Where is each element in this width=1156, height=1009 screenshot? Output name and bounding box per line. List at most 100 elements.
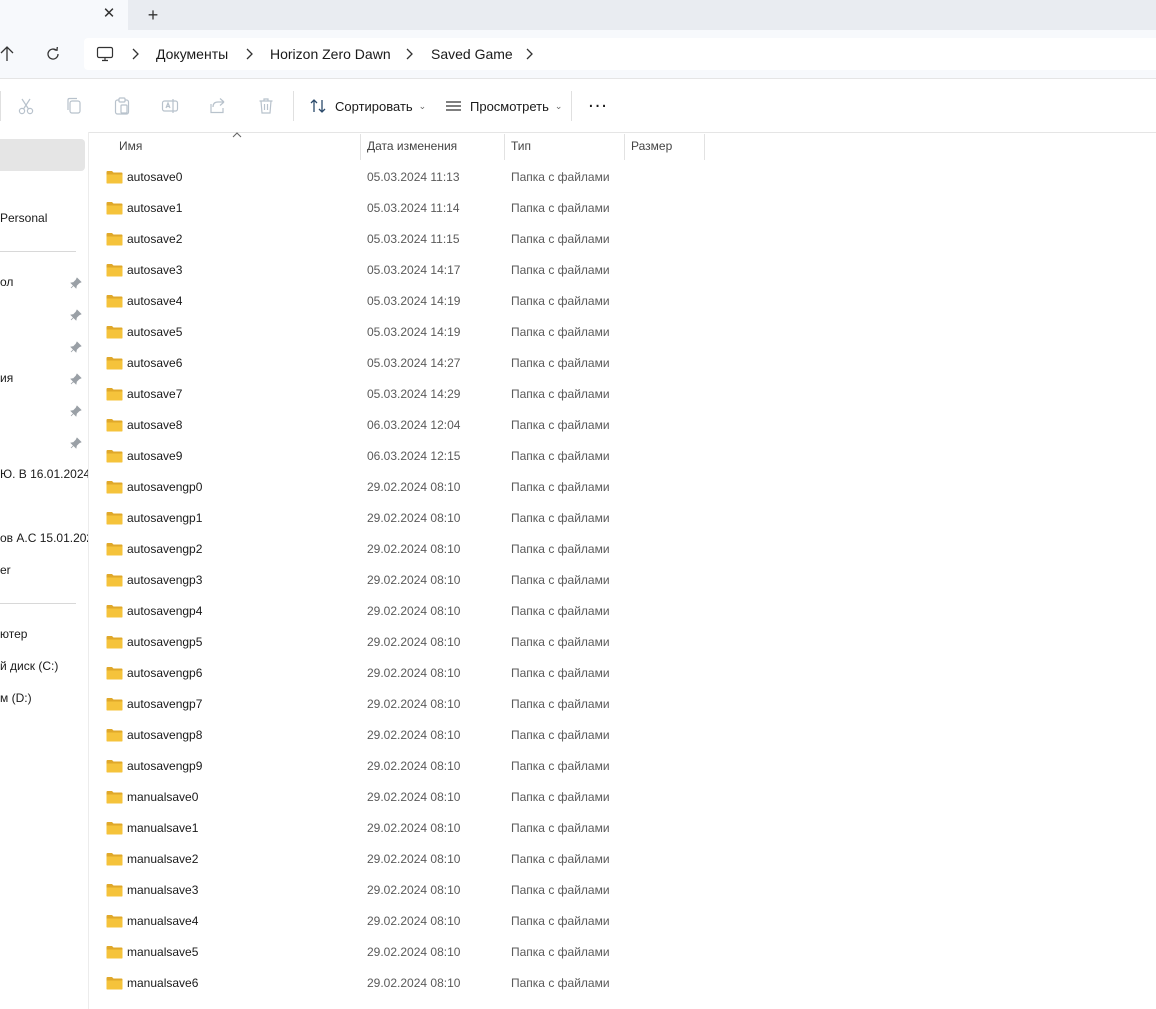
file-row[interactable]: manualsave3 29.02.2024 08:10 Папка с файла… <box>104 875 624 906</box>
file-type: Папка с файлами <box>511 201 610 215</box>
breadcrumb-chevron-icon[interactable] <box>524 47 534 61</box>
file-row[interactable]: autosave6 05.03.2024 14:27 Папка с файлами <box>104 348 624 379</box>
file-name: manualsave6 <box>127 976 199 990</box>
breadcrumb-item[interactable]: Horizon Zero Dawn <box>270 46 391 62</box>
new-tab-icon[interactable]: + <box>143 5 163 25</box>
file-date-modified: 29.02.2024 08:10 <box>367 635 461 649</box>
file-row[interactable]: autosave4 05.03.2024 14:19 Папка с файлами <box>104 286 624 317</box>
cut-icon[interactable] <box>16 96 36 116</box>
file-row[interactable]: autosavengp2 29.02.2024 08:10 Папка с файл… <box>104 534 624 565</box>
file-row[interactable]: autosave7 05.03.2024 14:29 Папка с файлами <box>104 379 624 410</box>
file-row[interactable]: manualsave1 29.02.2024 08:10 Папка с файла… <box>104 813 624 844</box>
sidebar-item-drive-c[interactable]: й диск (C:) <box>0 656 88 676</box>
close-tab-icon[interactable]: ✕ <box>100 5 118 23</box>
file-type: Папка с файлами <box>511 263 610 277</box>
folder-icon <box>106 605 123 618</box>
active-tab[interactable]: ✕ <box>0 0 128 30</box>
file-type: Папка с файлами <box>511 232 610 246</box>
breadcrumb-chevron-icon[interactable] <box>130 47 140 61</box>
address-bar[interactable]: Документы Horizon Zero Dawn Saved Game <box>84 38 1156 70</box>
paste-icon[interactable] <box>112 96 132 116</box>
sidebar-item-folder[interactable]: Ю. В 16.01.2024 <box>0 464 88 484</box>
sidebar-item-selected[interactable] <box>0 139 85 171</box>
file-name: autosavengp5 <box>127 635 203 649</box>
sidebar-item-drive-d[interactable]: м (D:) <box>0 688 88 708</box>
computer-icon[interactable] <box>96 46 114 62</box>
file-type: Папка с файлами <box>511 480 610 494</box>
breadcrumb-chevron-icon[interactable] <box>404 47 414 61</box>
file-row[interactable]: autosave0 05.03.2024 11:13 Папка с файлами <box>104 162 624 193</box>
file-date-modified: 05.03.2024 14:29 <box>367 387 461 401</box>
file-type: Папка с файлами <box>511 883 610 897</box>
file-row[interactable]: autosave9 06.03.2024 12:15 Папка с файлами <box>104 441 624 472</box>
file-row[interactable]: manualsave4 29.02.2024 08:10 Папка с файла… <box>104 906 624 937</box>
folder-icon <box>106 822 123 835</box>
column-header-type[interactable]: Тип <box>511 139 531 153</box>
file-name: autosave7 <box>127 387 183 401</box>
file-row[interactable]: manualsave6 29.02.2024 08:10 Папка с файла… <box>104 968 624 999</box>
file-type: Папка с файлами <box>511 542 610 556</box>
refresh-icon[interactable] <box>44 45 62 63</box>
pin-icon <box>70 437 82 449</box>
column-resize-handle[interactable] <box>360 134 361 160</box>
column-header-size[interactable]: Размер <box>631 139 672 153</box>
share-icon[interactable] <box>208 96 228 116</box>
copy-icon[interactable] <box>64 96 84 116</box>
file-row[interactable]: autosavengp8 29.02.2024 08:10 Папка с файл… <box>104 720 624 751</box>
up-arrow-icon[interactable] <box>0 44 14 64</box>
file-row[interactable]: autosavengp1 29.02.2024 08:10 Папка с файл… <box>104 503 624 534</box>
file-name: autosavengp6 <box>127 666 203 680</box>
file-row[interactable]: autosave2 05.03.2024 11:15 Папка с файлами <box>104 224 624 255</box>
sidebar-item-folder[interactable]: er <box>0 560 88 580</box>
folder-icon <box>106 791 123 804</box>
file-row[interactable]: autosave1 05.03.2024 11:14 Папка с файлами <box>104 193 624 224</box>
column-header-name[interactable]: Имя <box>119 139 142 153</box>
folder-icon <box>106 574 123 587</box>
breadcrumb-item-current[interactable]: Saved Game <box>431 46 513 62</box>
folder-icon <box>106 357 123 370</box>
more-options-button[interactable]: ... <box>586 91 610 117</box>
file-row[interactable]: manualsave2 29.02.2024 08:10 Папка с файла… <box>104 844 624 875</box>
sidebar-item-personal[interactable]: Personal <box>0 208 88 228</box>
column-header-row: Имя Дата изменения Тип Размер <box>89 132 1156 160</box>
column-resize-handle[interactable] <box>624 134 625 160</box>
sidebar-item-folder[interactable]: ов А.С 15.01.2024 <box>0 528 88 548</box>
folder-icon <box>106 667 123 680</box>
breadcrumb-chevron-icon[interactable] <box>244 47 254 61</box>
file-row[interactable]: autosave3 05.03.2024 14:17 Папка с файлами <box>104 255 624 286</box>
view-button[interactable]: Просмотреть ⌄ <box>445 93 562 119</box>
file-row[interactable]: manualsave0 29.02.2024 08:10 Папка с файла… <box>104 782 624 813</box>
file-row[interactable]: autosavengp4 29.02.2024 08:10 Папка с файл… <box>104 596 624 627</box>
file-row[interactable]: autosavengp3 29.02.2024 08:10 Папка с файл… <box>104 565 624 596</box>
folder-icon <box>106 202 123 215</box>
file-name: autosave3 <box>127 263 183 277</box>
file-row[interactable]: autosave5 05.03.2024 14:19 Папка с файлами <box>104 317 624 348</box>
file-date-modified: 29.02.2024 08:10 <box>367 666 461 680</box>
file-row[interactable]: autosavengp5 29.02.2024 08:10 Папка с файл… <box>104 627 624 658</box>
folder-icon <box>106 264 123 277</box>
file-row[interactable]: manualsave5 29.02.2024 08:10 Папка с файла… <box>104 937 624 968</box>
file-name: autosave6 <box>127 356 183 370</box>
rename-icon[interactable] <box>160 96 180 116</box>
file-date-modified: 05.03.2024 11:14 <box>367 201 460 215</box>
breadcrumb-item[interactable]: Документы <box>156 46 228 62</box>
column-resize-handle[interactable] <box>504 134 505 160</box>
sort-button[interactable]: Сортировать ⌄ <box>309 93 426 119</box>
file-date-modified: 29.02.2024 08:10 <box>367 883 461 897</box>
file-name: autosavengp0 <box>127 480 203 494</box>
file-row[interactable]: autosavengp7 29.02.2024 08:10 Папка с файл… <box>104 689 624 720</box>
column-resize-handle[interactable] <box>704 134 705 160</box>
file-name: autosave1 <box>127 201 183 215</box>
file-row[interactable]: autosavengp6 29.02.2024 08:10 Папка с файл… <box>104 658 624 689</box>
file-row[interactable]: autosavengp0 29.02.2024 08:10 Папка с файл… <box>104 472 624 503</box>
delete-icon[interactable] <box>256 96 276 116</box>
file-row[interactable]: autosavengp9 29.02.2024 08:10 Папка с файл… <box>104 751 624 782</box>
file-name: autosave0 <box>127 170 183 184</box>
column-header-date[interactable]: Дата изменения <box>367 139 457 153</box>
file-row[interactable]: autosave8 06.03.2024 12:04 Папка с файлами <box>104 410 624 441</box>
file-date-modified: 06.03.2024 12:15 <box>367 449 461 463</box>
pin-icon <box>70 341 82 353</box>
file-name: manualsave3 <box>127 883 199 897</box>
sidebar-item-this-pc[interactable]: ютер <box>0 624 88 644</box>
file-type: Папка с файлами <box>511 604 610 618</box>
